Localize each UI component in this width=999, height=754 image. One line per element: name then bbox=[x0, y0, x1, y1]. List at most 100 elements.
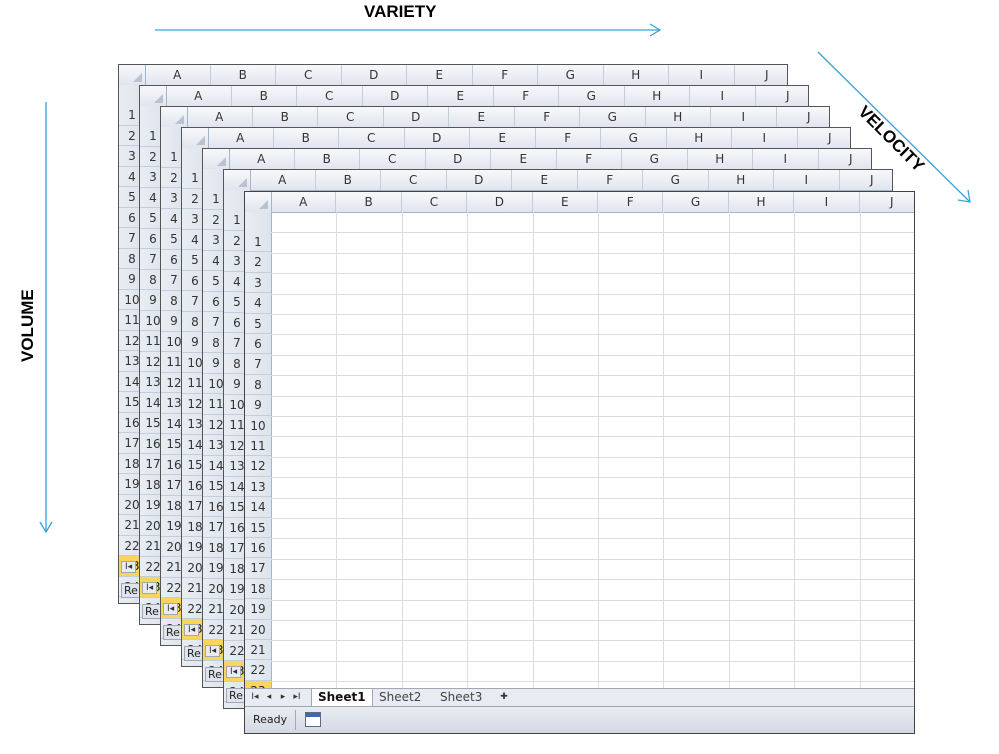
row-header-22[interactable]: 22 bbox=[245, 660, 271, 681]
column-header-F[interactable]: F bbox=[598, 192, 664, 212]
row-header-6[interactable]: 6 bbox=[245, 334, 271, 355]
select-all-corner[interactable] bbox=[140, 86, 167, 106]
column-header-A[interactable]: A bbox=[229, 149, 295, 169]
column-header-C[interactable]: C bbox=[360, 149, 426, 169]
column-header-I[interactable]: I bbox=[794, 192, 860, 212]
column-header-I[interactable]: I bbox=[669, 65, 735, 85]
first-sheet-icon[interactable]: I◂ bbox=[163, 603, 179, 615]
first-sheet-icon[interactable]: I◂ bbox=[226, 666, 242, 678]
column-header-B[interactable]: B bbox=[274, 128, 339, 148]
column-header-D[interactable]: D bbox=[342, 65, 407, 85]
column-header-B[interactable]: B bbox=[336, 192, 402, 212]
column-header-G[interactable]: G bbox=[643, 170, 709, 190]
column-header-H[interactable]: H bbox=[646, 107, 711, 127]
column-header-F[interactable]: F bbox=[578, 170, 643, 190]
column-header-C[interactable]: C bbox=[339, 128, 405, 148]
column-header-G[interactable]: G bbox=[601, 128, 667, 148]
select-all-corner[interactable] bbox=[224, 170, 251, 190]
column-header-E[interactable]: E bbox=[470, 128, 536, 148]
column-header-D[interactable]: D bbox=[363, 86, 428, 106]
column-header-I[interactable]: I bbox=[774, 170, 840, 190]
row-header-12[interactable]: 12 bbox=[245, 456, 271, 477]
row-header-17[interactable]: 17 bbox=[245, 558, 271, 579]
column-header-J[interactable]: J bbox=[735, 65, 788, 85]
select-all-corner[interactable] bbox=[203, 149, 230, 169]
column-header-E[interactable]: E bbox=[449, 107, 515, 127]
row-header-10[interactable]: 10 bbox=[245, 416, 271, 436]
row-header-20[interactable]: 20 bbox=[245, 620, 271, 640]
row-header-5[interactable]: 5 bbox=[245, 314, 271, 334]
column-header-C[interactable]: C bbox=[402, 192, 468, 212]
column-header-I[interactable]: I bbox=[690, 86, 756, 106]
row-header-13[interactable]: 13 bbox=[245, 477, 271, 498]
column-header-B[interactable]: B bbox=[295, 149, 360, 169]
row-header-21[interactable]: 21 bbox=[245, 640, 271, 661]
row-header-7[interactable]: 7 bbox=[245, 354, 271, 375]
column-header-H[interactable]: H bbox=[709, 170, 774, 190]
column-header-J[interactable]: J bbox=[819, 149, 872, 169]
select-all-corner[interactable] bbox=[119, 65, 146, 85]
first-sheet-icon[interactable]: I◂ bbox=[142, 582, 158, 594]
last-sheet-icon[interactable]: ▸I bbox=[291, 691, 303, 703]
column-header-J[interactable]: J bbox=[840, 170, 893, 190]
tab-sheet1[interactable]: Sheet1 bbox=[311, 689, 373, 707]
row-header-19[interactable]: 19 bbox=[245, 599, 271, 620]
column-header-J[interactable]: J bbox=[798, 128, 851, 148]
column-header-B[interactable]: B bbox=[253, 107, 318, 127]
column-header-E[interactable]: E bbox=[533, 192, 598, 212]
insert-sheet-icon[interactable]: ✚ bbox=[497, 691, 511, 703]
row-header-9[interactable]: 9 bbox=[245, 395, 271, 416]
next-sheet-icon[interactable]: ▸ bbox=[277, 691, 289, 703]
column-header-J[interactable]: J bbox=[860, 192, 914, 212]
select-all-corner[interactable] bbox=[182, 128, 209, 148]
column-header-C[interactable]: C bbox=[276, 65, 342, 85]
column-header-D[interactable]: D bbox=[467, 192, 533, 212]
column-header-C[interactable]: C bbox=[318, 107, 384, 127]
row-header-2[interactable]: 2 bbox=[245, 252, 271, 273]
column-header-I[interactable]: I bbox=[732, 128, 798, 148]
column-header-D[interactable]: D bbox=[384, 107, 449, 127]
tab-sheet3[interactable]: Sheet3 bbox=[434, 689, 488, 706]
column-header-A[interactable]: A bbox=[271, 192, 337, 212]
column-header-A[interactable]: A bbox=[187, 107, 253, 127]
first-sheet-icon[interactable]: I◂ bbox=[249, 691, 261, 703]
normal-view-icon[interactable] bbox=[305, 712, 321, 727]
row-header-15[interactable]: 15 bbox=[245, 518, 271, 538]
row-header-14[interactable]: 14 bbox=[245, 497, 271, 518]
column-header-F[interactable]: F bbox=[515, 107, 580, 127]
column-header-I[interactable]: I bbox=[711, 107, 777, 127]
prev-sheet-icon[interactable]: ◂ bbox=[263, 691, 275, 703]
column-header-B[interactable]: B bbox=[211, 65, 276, 85]
select-all-corner[interactable] bbox=[245, 192, 272, 212]
column-header-J[interactable]: J bbox=[756, 86, 809, 106]
column-header-B[interactable]: B bbox=[232, 86, 297, 106]
column-header-G[interactable]: G bbox=[622, 149, 688, 169]
column-header-H[interactable]: H bbox=[667, 128, 732, 148]
row-header-4[interactable]: 4 bbox=[245, 293, 271, 314]
cell-grid[interactable] bbox=[271, 212, 914, 703]
row-header-16[interactable]: 16 bbox=[245, 538, 271, 559]
column-header-D[interactable]: D bbox=[426, 149, 491, 169]
column-header-J[interactable]: J bbox=[777, 107, 830, 127]
column-header-F[interactable]: F bbox=[473, 65, 538, 85]
column-header-D[interactable]: D bbox=[405, 128, 470, 148]
first-sheet-icon[interactable]: I◂ bbox=[121, 561, 137, 573]
column-header-G[interactable]: G bbox=[580, 107, 646, 127]
column-header-C[interactable]: C bbox=[381, 170, 447, 190]
column-header-G[interactable]: G bbox=[559, 86, 625, 106]
column-header-E[interactable]: E bbox=[428, 86, 494, 106]
row-header-1[interactable]: 1 bbox=[245, 232, 271, 253]
column-header-H[interactable]: H bbox=[625, 86, 690, 106]
select-all-corner[interactable] bbox=[161, 107, 188, 127]
column-header-D[interactable]: D bbox=[447, 170, 512, 190]
column-header-F[interactable]: F bbox=[536, 128, 601, 148]
column-header-G[interactable]: G bbox=[538, 65, 604, 85]
column-header-H[interactable]: H bbox=[688, 149, 753, 169]
column-header-H[interactable]: H bbox=[604, 65, 669, 85]
column-header-E[interactable]: E bbox=[491, 149, 557, 169]
row-header-8[interactable]: 8 bbox=[245, 375, 271, 396]
column-header-G[interactable]: G bbox=[663, 192, 729, 212]
first-sheet-icon[interactable]: I◂ bbox=[184, 624, 200, 636]
column-header-H[interactable]: H bbox=[729, 192, 795, 212]
row-header-18[interactable]: 18 bbox=[245, 579, 271, 600]
